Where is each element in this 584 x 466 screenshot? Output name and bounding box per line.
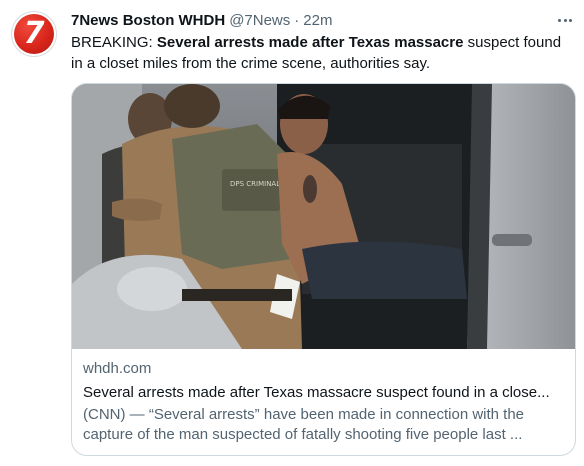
display-name[interactable]: 7News Boston WHDH xyxy=(71,12,225,29)
tweet-text-bold: Several arrests made after Texas massacr… xyxy=(156,34,464,51)
tweet-header: 7News Boston WHDH @7News · 22m xyxy=(71,9,544,31)
whdh-logo-icon: 7 xyxy=(14,14,54,54)
avatar[interactable]: 7 xyxy=(11,11,57,57)
news-photo: DPS CRIMINAL INVESTIGATIONS xyxy=(72,84,575,349)
card-description: (CNN) — “Several arrests” have been made… xyxy=(83,406,525,443)
separator-dot: · xyxy=(294,11,300,29)
more-dots-icon[interactable] xyxy=(554,9,576,31)
tweet: 7 7News Boston WHDH @7News · 22m BREAKIN… xyxy=(0,0,584,466)
card-title[interactable]: Several arrests made after Texas massacr… xyxy=(83,383,569,403)
user-handle[interactable]: @7News xyxy=(229,12,290,29)
timestamp[interactable]: 22m xyxy=(303,12,332,29)
card-domain[interactable]: whdh.com xyxy=(83,359,569,379)
card-text: whdh.com Several arrests made after Texa… xyxy=(83,359,569,445)
tweet-text-prefix: BREAKING: xyxy=(71,34,157,51)
link-card[interactable]: DPS CRIMINAL INVESTIGATIONS whdh.com Sev… xyxy=(71,83,576,456)
tweet-text: BREAKING: Several arrests made after Tex… xyxy=(71,32,571,74)
